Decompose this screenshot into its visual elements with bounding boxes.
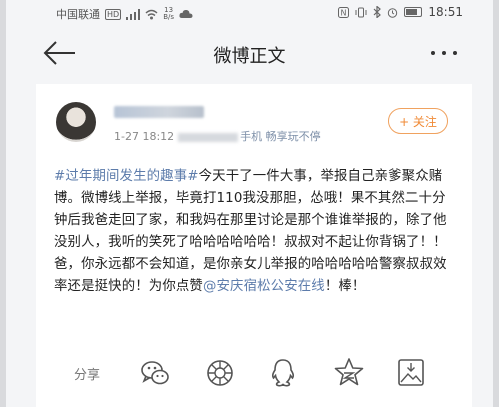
- post-meta: 1-27 18:12 手机 畅享玩不停: [114, 128, 321, 144]
- post-device: 手机 畅享玩不停: [240, 130, 321, 143]
- hd-badge: HD: [105, 8, 122, 20]
- follow-button[interactable]: + 关注: [388, 108, 448, 134]
- page-title: 微博正文: [213, 46, 286, 67]
- topic-link[interactable]: #过年期间发生的趣事#: [54, 169, 199, 184]
- post-body-text: 今天干了一件大事，举报自己亲爹聚众赌博。微博线上举报，毕竟打110我没那胆，怂哦…: [54, 169, 447, 294]
- more-dot-icon: [442, 51, 446, 55]
- moments-icon[interactable]: [203, 356, 237, 390]
- nfc-icon: N: [338, 6, 350, 18]
- battery-icon: [404, 7, 423, 17]
- cloud-icon: [179, 9, 193, 18]
- phone-screen: 中国联通 HD 13 B/s N 18:51 微博正文 1-27 18:12 手…: [6, 0, 493, 407]
- wechat-icon[interactable]: [138, 356, 172, 390]
- svg-text:N: N: [341, 8, 347, 17]
- nav-bar: 微博正文: [6, 26, 493, 82]
- more-button[interactable]: [431, 40, 457, 66]
- post-body-end: ！棒！: [324, 279, 366, 294]
- post-time: 1-27 18:12: [114, 130, 175, 143]
- share-label: 分享: [74, 368, 101, 383]
- avatar[interactable]: [56, 102, 96, 142]
- status-right: N 18:51: [338, 5, 463, 19]
- alarm-icon: [388, 7, 398, 18]
- post-body: #过年期间发生的趣事#今天干了一件大事，举报自己亲爹聚众赌博。微博线上举报，毕竟…: [54, 166, 458, 298]
- signal-icon: [126, 8, 141, 20]
- username-blurred[interactable]: [114, 106, 204, 118]
- vibrate-icon: [355, 7, 367, 17]
- more-dot-icon: [453, 51, 457, 55]
- save-image-icon[interactable]: [394, 356, 428, 390]
- wifi-icon: [145, 9, 158, 19]
- status-bar: 中国联通 HD 13 B/s N 18:51: [6, 0, 493, 26]
- more-dot-icon: [431, 51, 435, 55]
- qzone-icon[interactable]: [332, 356, 366, 390]
- mention-link[interactable]: @安庆宿松公安在线: [203, 279, 325, 294]
- blurred-text: [178, 132, 239, 142]
- net-speed: 13 B/s: [163, 7, 174, 21]
- post-card: 1-27 18:12 手机 畅享玩不停 + 关注 #过年期间发生的趣事#今天干了一…: [36, 84, 472, 407]
- qq-icon[interactable]: [266, 356, 300, 390]
- bluetooth-icon: [373, 6, 382, 18]
- status-time: 18:51: [428, 5, 463, 19]
- status-left: 中国联通 HD 13 B/s: [56, 6, 193, 22]
- carrier-label: 中国联通: [56, 8, 100, 21]
- net-speed-unit: B/s: [163, 13, 174, 21]
- share-bar: 分享: [36, 350, 472, 400]
